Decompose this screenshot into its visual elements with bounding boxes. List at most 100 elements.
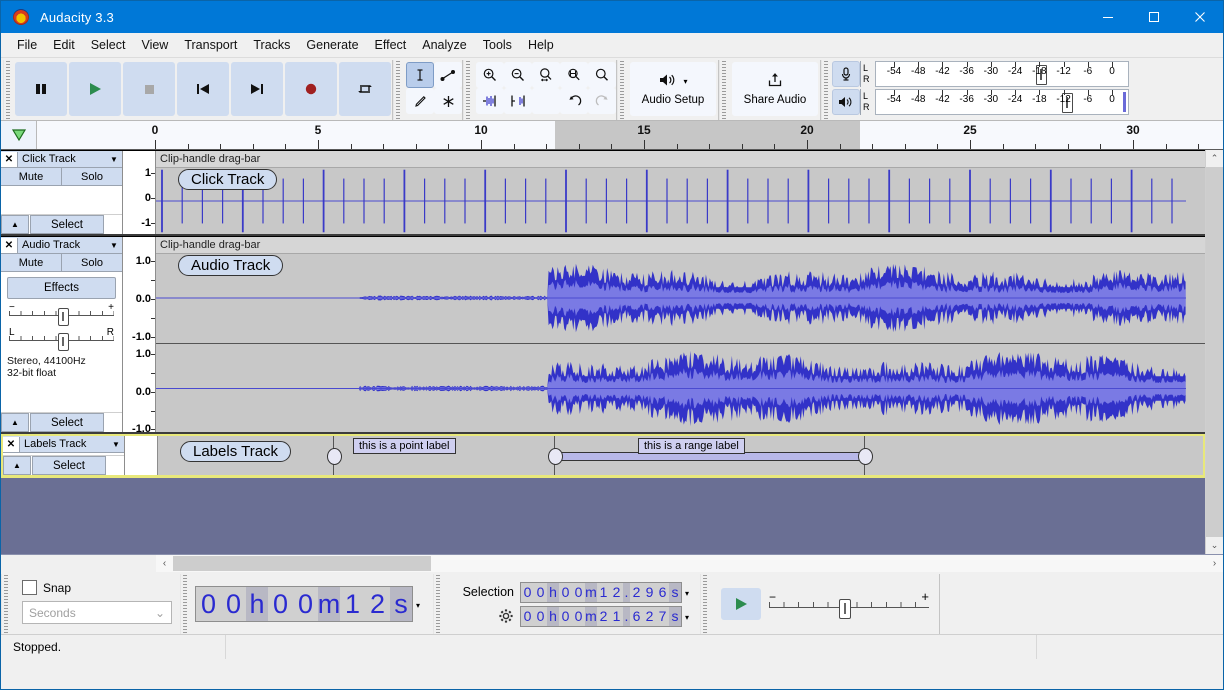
menu-generate[interactable]: Generate (298, 35, 366, 55)
scroll-up-button[interactable]: ⌃ (1206, 150, 1223, 167)
selection-start-char[interactable]: s (669, 582, 681, 602)
close-track-button[interactable]: ✕ (3, 436, 20, 452)
loop-button[interactable] (339, 62, 391, 116)
maximize-icon[interactable] (1131, 1, 1177, 33)
selection-start-char[interactable]: 0 (559, 582, 572, 602)
audio-setup-button[interactable]: ▾ Audio Setup (630, 62, 716, 116)
share-audio-grip[interactable] (719, 60, 728, 120)
point-label-handle[interactable] (327, 448, 342, 465)
share-audio-button[interactable]: Share Audio (732, 62, 818, 116)
stop-button[interactable] (123, 62, 175, 116)
play-speed-knob[interactable] (839, 599, 852, 619)
scroll-down-button[interactable]: ⌄ (1206, 537, 1223, 554)
trim-audio-button[interactable] (476, 88, 504, 114)
recording-meter-scale[interactable]: -54 -48 -42 -36 -30 -24 -18 -12 -6 0 (875, 61, 1129, 87)
menu-tracks[interactable]: Tracks (245, 35, 298, 55)
selection-end-char[interactable]: 2 (643, 606, 656, 626)
selection-end-char[interactable]: . (623, 606, 630, 626)
selection-end-char[interactable]: 0 (521, 606, 534, 626)
selection-start-char[interactable]: h (547, 582, 559, 602)
edit-toolbar-grip[interactable] (463, 60, 472, 120)
selection-end-char[interactable]: 1 (610, 606, 623, 626)
envelope-tool[interactable] (434, 62, 462, 88)
select-track-button[interactable]: Select (30, 215, 104, 234)
collapse-track-button[interactable]: ▲ (1, 413, 29, 432)
snap-toolbar-grip[interactable] (1, 574, 10, 634)
vertical-scrollbar[interactable]: ⌃ ⌄ (1205, 150, 1223, 554)
clip-title-audio[interactable]: Audio Track (178, 255, 284, 276)
horizontal-scrollbar[interactable]: ‹ › (156, 555, 1223, 572)
labels-track-body[interactable]: Labels Track this is a point label this … (158, 436, 1203, 475)
audio-position-caret-icon[interactable]: ▾ (413, 599, 423, 610)
selection-end-char[interactable]: h (547, 606, 559, 626)
timeline-ruler[interactable]: 0 5 10 15 20 25 30 (37, 121, 1223, 149)
selection-start-char[interactable]: 0 (572, 582, 585, 602)
snap-unit-select[interactable]: Seconds ⌄ (22, 601, 172, 624)
pause-button[interactable] (15, 62, 67, 116)
selection-start-char[interactable]: . (623, 582, 630, 602)
timeline-selection-region[interactable] (555, 121, 860, 149)
selection-end-char[interactable]: 0 (559, 606, 572, 626)
selection-start-char[interactable]: m (585, 582, 597, 602)
menu-effect[interactable]: Effect (367, 35, 415, 55)
transport-toolbar-grip[interactable] (3, 60, 12, 120)
skip-to-end-button[interactable] (231, 62, 283, 116)
clip-title-labels[interactable]: Labels Track (180, 441, 292, 462)
track-labels-track[interactable]: ✕ Labels Track ▼ ▲ Select Labels Track t… (1, 434, 1205, 478)
selection-start-char[interactable]: 6 (656, 582, 669, 602)
selection-start-caret-icon[interactable]: ▾ (682, 587, 692, 598)
selection-end-char[interactable]: m (585, 606, 597, 626)
menu-view[interactable]: View (133, 35, 176, 55)
record-button[interactable] (285, 62, 337, 116)
gain-slider-knob[interactable] (58, 308, 70, 326)
selection-end-caret-icon[interactable]: ▾ (682, 611, 692, 622)
track-menu-caret-icon[interactable]: ▼ (106, 241, 122, 250)
recording-meter[interactable]: LR -54 -48 -42 -36 -30 -24 -18 -12 -6 0 (832, 61, 1129, 87)
menu-transport[interactable]: Transport (176, 35, 245, 55)
pinned-play-head-button[interactable] (1, 121, 37, 149)
track-audio-track[interactable]: ✕ Audio Track ▼ Mute Solo Effects − + L … (1, 236, 1205, 435)
audio-setup-grip[interactable] (617, 60, 626, 120)
tools-toolbar-grip[interactable] (393, 60, 402, 120)
minimize-icon[interactable] (1085, 1, 1131, 33)
horizontal-scroll-thumb[interactable] (173, 556, 431, 571)
clip-title-click[interactable]: Click Track (178, 169, 278, 190)
track-click-track[interactable]: ✕ Click Track ▼ Mute Solo ▲ Select 1 0 -… (1, 150, 1205, 236)
skip-to-start-button[interactable] (177, 62, 229, 116)
track-control-panel-click[interactable]: ✕ Click Track ▼ Mute Solo ▲ Select (1, 151, 123, 234)
play-at-speed-button[interactable] (721, 588, 761, 620)
range-label-end-handle[interactable] (858, 448, 873, 465)
snap-checkbox[interactable] (22, 580, 37, 595)
label-range[interactable]: this is a range label (638, 438, 745, 454)
play-button[interactable] (69, 62, 121, 116)
selection-start-char[interactable]: 0 (521, 582, 534, 602)
multi-tool[interactable] (434, 88, 462, 114)
track-menu-caret-icon[interactable]: ▼ (106, 155, 122, 164)
vertical-scroll-trough[interactable] (1206, 167, 1223, 537)
selection-tool[interactable] (406, 62, 434, 88)
select-track-button[interactable]: Select (32, 456, 106, 475)
selection-start-char[interactable]: 0 (534, 582, 547, 602)
selection-start-char[interactable]: 9 (643, 582, 656, 602)
selection-start-char[interactable]: 1 (597, 582, 610, 602)
meter-toolbar-grip[interactable] (821, 60, 830, 120)
select-track-button[interactable]: Select (30, 413, 104, 432)
selection-end-readout[interactable]: 00h00m21.627s (520, 605, 682, 627)
selection-toolbar-grip[interactable] (433, 574, 442, 634)
selection-start-char[interactable]: 2 (630, 582, 643, 602)
selection-start-char[interactable]: 2 (610, 582, 623, 602)
playback-meter[interactable]: LR -54 -48 -42 -36 -30 -24 -18 -12 -6 0 (832, 89, 1129, 115)
clip-handle-drag-bar[interactable]: Clip-handle drag-bar (156, 237, 1205, 254)
menu-tools[interactable]: Tools (475, 35, 520, 55)
pan-slider-knob[interactable] (58, 333, 70, 351)
zoom-in-button[interactable] (476, 62, 504, 88)
time-toolbar-grip[interactable] (180, 574, 189, 634)
scroll-left-button[interactable]: ‹ (156, 558, 173, 569)
fit-selection-button[interactable] (532, 62, 560, 88)
clip-handle-drag-bar[interactable]: Clip-handle drag-bar (156, 151, 1205, 168)
track-control-panel-labels[interactable]: ✕ Labels Track ▼ ▲ Select (3, 436, 125, 475)
track-body-audio[interactable]: Clip-handle drag-bar Audio Track (156, 237, 1205, 432)
collapse-track-button[interactable]: ▲ (3, 456, 31, 475)
menu-analyze[interactable]: Analyze (414, 35, 474, 55)
play-speed-grip[interactable] (700, 574, 709, 634)
